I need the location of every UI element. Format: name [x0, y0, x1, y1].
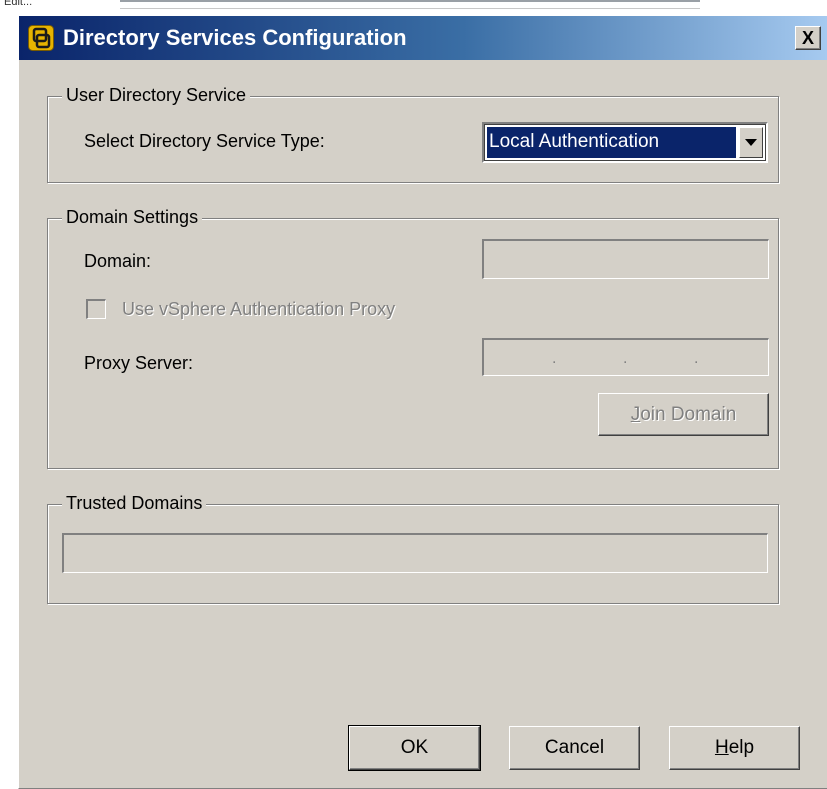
help-label: elp	[728, 737, 755, 758]
trusted-domains-group: Trusted Domains	[47, 493, 779, 604]
domain-settings-legend: Domain Settings	[62, 207, 203, 228]
proxy-server-ip-field[interactable]: . . .	[482, 338, 769, 376]
title-bar[interactable]: Directory Services Configuration X	[19, 16, 827, 60]
help-mnemonic: H	[714, 737, 729, 758]
ip-separator: .	[694, 350, 699, 367]
background-toolbar-edge	[120, 0, 700, 9]
join-domain-mnemonic: J	[630, 403, 641, 425]
cancel-label: Cancel	[544, 737, 605, 758]
help-button[interactable]: Help	[669, 726, 800, 770]
domain-label: Domain:	[84, 251, 152, 271]
directory-service-type-select[interactable]: Local Authentication	[482, 122, 768, 163]
use-auth-proxy-checkbox[interactable]	[86, 299, 106, 319]
proxy-server-label: Proxy Server:	[84, 353, 194, 373]
background-partial-text: Edit...	[4, 0, 33, 8]
user-directory-service-group: User Directory Service Select Directory …	[47, 85, 779, 183]
dialog-title: Directory Services Configuration	[63, 25, 407, 50]
join-domain-button[interactable]: Join Domain	[598, 393, 769, 436]
join-domain-label: oin Domain	[640, 403, 737, 425]
close-button[interactable]: X	[795, 26, 821, 50]
trusted-domains-legend: Trusted Domains	[62, 493, 207, 514]
domain-field[interactable]	[482, 239, 769, 279]
ip-separator: .	[552, 350, 557, 367]
ip-separator: .	[623, 350, 628, 367]
directory-services-dialog: Directory Services Configuration X User …	[18, 16, 827, 789]
directory-service-type-value: Local Authentication	[487, 127, 736, 158]
dropdown-arrow-icon[interactable]	[739, 127, 763, 158]
trusted-domains-list[interactable]	[62, 533, 768, 573]
domain-settings-group: Domain Settings Domain: Use vSphere Auth…	[47, 207, 779, 469]
background-window-strip: Edit...	[0, 0, 827, 14]
user-directory-service-legend: User Directory Service	[62, 85, 251, 106]
ok-label: OK	[400, 737, 429, 758]
vsphere-client-icon	[28, 25, 54, 51]
use-auth-proxy-label: Use vSphere Authentication Proxy	[122, 299, 396, 319]
cancel-button[interactable]: Cancel	[509, 726, 640, 770]
directory-service-type-label: Select Directory Service Type:	[84, 131, 325, 151]
ok-button[interactable]: OK	[348, 725, 481, 771]
close-icon: X	[801, 28, 814, 48]
